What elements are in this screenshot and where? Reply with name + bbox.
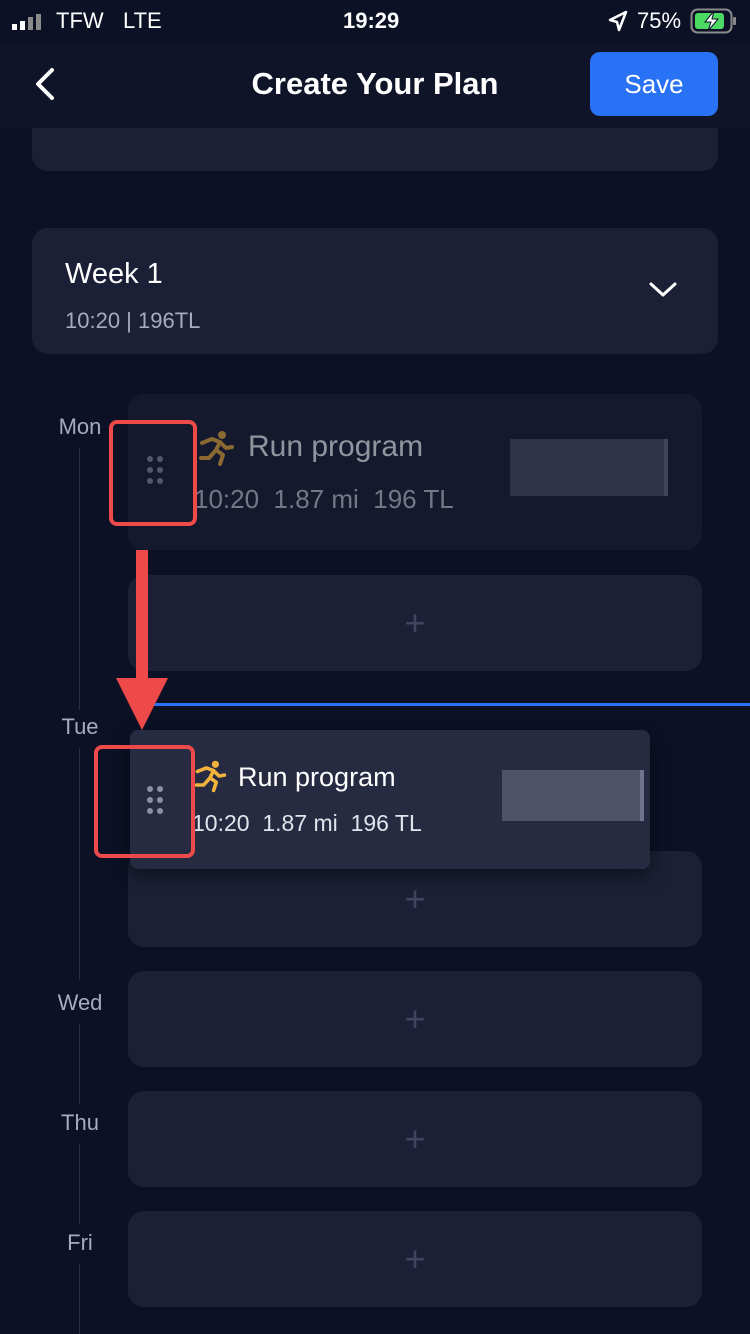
day-label-fri: Fri bbox=[67, 1230, 93, 1255]
add-workout-slot-thu[interactable]: + bbox=[128, 1091, 702, 1187]
workout-chart-thumbnail bbox=[502, 770, 644, 821]
battery-percent: 75% bbox=[637, 8, 682, 33]
network-type: LTE bbox=[123, 8, 162, 33]
signal-icon bbox=[12, 14, 48, 30]
timeline-line-wed bbox=[79, 1024, 80, 1104]
chevron-down-icon[interactable] bbox=[648, 280, 678, 305]
workout-card-ghost[interactable]: Run program 10:20 1.87 mi 196 TL bbox=[128, 394, 702, 550]
run-icon bbox=[192, 758, 228, 799]
week-card[interactable]: Week 1 10:20 | 196TL bbox=[32, 228, 718, 354]
workout-time: 10:20 bbox=[194, 484, 260, 514]
save-button[interactable]: Save bbox=[590, 52, 718, 116]
nav-header: Create Your Plan Save bbox=[0, 42, 750, 128]
battery-charging-icon bbox=[690, 8, 738, 39]
add-workout-slot-fri[interactable]: + bbox=[128, 1211, 702, 1307]
clock: 19:29 bbox=[343, 8, 400, 33]
workout-distance: 1.87 mi bbox=[262, 810, 338, 836]
add-workout-slot-wed[interactable]: + bbox=[128, 971, 702, 1067]
week-title: Week 1 bbox=[65, 258, 163, 290]
timeline-line-fri bbox=[79, 1264, 80, 1334]
day-label-thu: Thu bbox=[61, 1110, 99, 1135]
location-arrow-icon bbox=[608, 10, 628, 37]
timeline-line-thu bbox=[79, 1144, 80, 1224]
workout-distance: 1.87 mi bbox=[273, 484, 359, 514]
drop-indicator-line bbox=[150, 703, 750, 706]
workout-stats: 10:20 1.87 mi 196 TL bbox=[192, 810, 422, 837]
timeline-line-tue bbox=[79, 748, 80, 980]
workout-card-dragging[interactable]: Run program 10:20 1.87 mi 196 TL bbox=[130, 730, 650, 869]
annotation-highlight-box bbox=[94, 745, 195, 858]
add-workout-slot-mon[interactable]: + bbox=[128, 575, 702, 671]
workout-name: Run program bbox=[238, 762, 396, 792]
week-summary: 10:20 | 196TL bbox=[65, 308, 201, 333]
annotation-highlight-box bbox=[109, 420, 197, 526]
timeline-line-mon bbox=[79, 448, 80, 710]
workout-load: 196 TL bbox=[350, 810, 422, 836]
workout-time: 10:20 bbox=[192, 810, 250, 836]
workout-chart-thumbnail bbox=[510, 439, 668, 496]
carrier-name: TFW bbox=[56, 8, 104, 33]
plus-icon: + bbox=[404, 878, 426, 919]
workout-stats: 10:20 1.87 mi 196 TL bbox=[194, 484, 454, 515]
status-bar: TFW LTE 19:29 75% bbox=[0, 0, 750, 42]
day-label-wed: Wed bbox=[57, 990, 103, 1015]
run-icon bbox=[196, 428, 236, 473]
plan-details-card[interactable] bbox=[32, 128, 718, 171]
annotation-arrow-icon bbox=[114, 550, 170, 737]
workout-load: 196 TL bbox=[373, 484, 454, 514]
workout-name: Run program bbox=[248, 430, 424, 463]
